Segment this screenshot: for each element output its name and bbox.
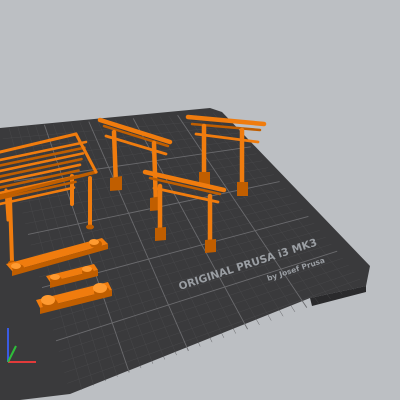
- model-part: [237, 182, 248, 196]
- model-part: [41, 295, 55, 305]
- 3d-viewport[interactable]: ORIGINAL PRUSA i3 MK3 by Josef Prusa: [0, 0, 400, 400]
- model-part: [110, 176, 122, 191]
- model-part: [86, 224, 94, 230]
- model-part: [8, 196, 14, 264]
- model-part: [93, 283, 107, 293]
- model-part: [89, 239, 99, 245]
- model-part: [155, 227, 166, 241]
- model-part: [82, 266, 92, 272]
- model-part: [11, 263, 21, 269]
- model-part: [205, 239, 216, 253]
- model-part: [50, 274, 60, 280]
- build-plate-scene[interactable]: ORIGINAL PRUSA i3 MK3 by Josef Prusa: [0, 0, 400, 400]
